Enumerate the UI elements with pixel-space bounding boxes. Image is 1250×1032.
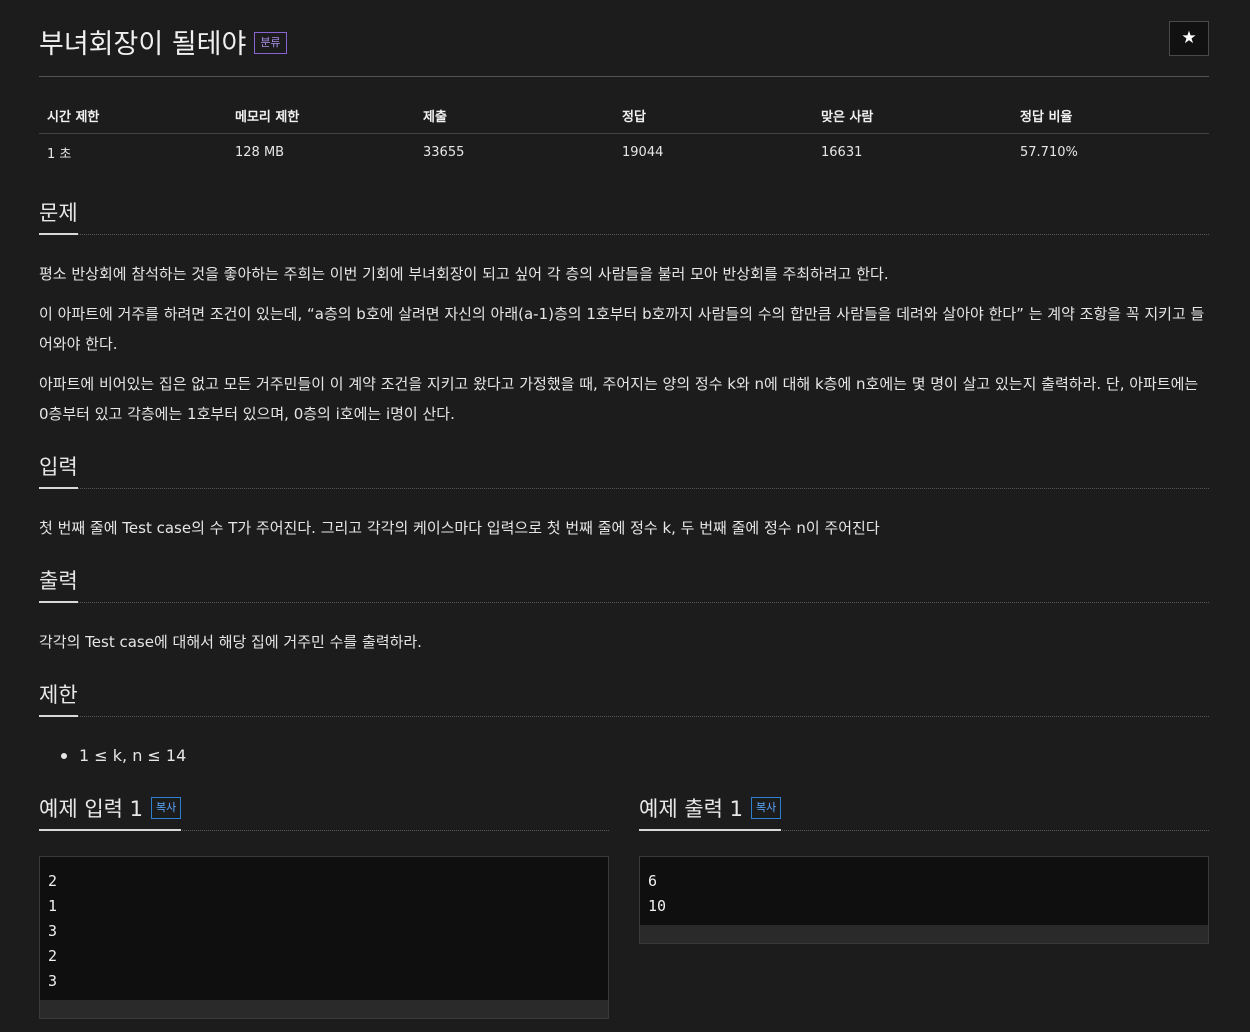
problem-title-text: 부녀회장이 될테야 — [39, 29, 247, 60]
sample-input-box[interactable]: 2 1 3 2 3 — [39, 856, 609, 1019]
section-description: 문제 평소 반상회에 참석하는 것을 좋아하는 주희는 이번 기회에 부녀회장이… — [39, 197, 1209, 429]
sample-output-head: 예제 출력 1 복사 — [639, 793, 1209, 831]
description-paragraph-1: 평소 반상회에 참석하는 것을 좋아하는 주희는 이번 기회에 부녀회장이 되고… — [39, 265, 889, 283]
header-accept-ratio: 정답 비율 — [1012, 99, 1209, 134]
sample-output-heading-text: 예제 출력 1 — [639, 797, 743, 821]
section-description-head: 문제 — [39, 197, 1209, 235]
input-description: 첫 번째 줄에 Test case의 수 T가 주어진다. 그리고 각각의 케이… — [39, 519, 880, 537]
value-time-limit: 1 초 — [47, 147, 72, 162]
description-paragraph-2: 이 아파트에 거주를 하려면 조건이 있는데, “a층의 b호에 살려면 자신의… — [39, 305, 1205, 353]
value-accept-ratio: 57.710% — [1020, 145, 1078, 160]
header-time-limit: 시간 제한 — [39, 99, 227, 134]
value-accepted: 19044 — [622, 145, 664, 160]
section-input-head: 입력 — [39, 451, 1209, 489]
sample-input-scrollbar[interactable] — [40, 1000, 608, 1018]
problem-title: 부녀회장이 될테야 분류 — [39, 22, 287, 61]
limit-item: 1 ≤ k, n ≤ 14 — [61, 741, 1209, 771]
info-value-row: 1 초 128 MB 33655 19044 16631 57.710% — [39, 134, 1209, 172]
section-description-heading: 문제 — [39, 197, 78, 235]
section-output: 출력 각각의 Test case에 대해서 해당 집에 거주민 수를 출력하라. — [39, 565, 1209, 657]
star-icon: ★ — [1181, 28, 1197, 48]
description-paragraph-3: 아파트에 비어있는 집은 없고 모든 거주민들이 이 계약 조건을 지키고 왔다… — [39, 375, 1199, 423]
problem-page: 부녀회장이 될테야 분류 ★ 시간 제한 메모리 제한 제출 정답 맞은 사람 정… — [39, 0, 1209, 1019]
sample-output-box[interactable]: 6 10 — [639, 856, 1209, 944]
info-header-row: 시간 제한 메모리 제한 제출 정답 맞은 사람 정답 비율 — [39, 99, 1209, 134]
copy-sample-input-button[interactable]: 복사 — [151, 797, 182, 819]
header-submissions: 제출 — [415, 99, 614, 134]
section-limits-head: 제한 — [39, 679, 1209, 717]
title-row: 부녀회장이 될테야 분류 ★ — [39, 0, 1209, 77]
header-memory-limit: 메모리 제한 — [227, 99, 415, 134]
sample-input-head: 예제 입력 1 복사 — [39, 793, 609, 831]
sample-output-heading: 예제 출력 1 복사 — [639, 793, 782, 831]
sample-output: 예제 출력 1 복사 6 10 — [639, 793, 1209, 944]
value-submissions: 33655 — [423, 145, 465, 160]
section-limits: 제한 1 ≤ k, n ≤ 14 — [39, 679, 1209, 771]
section-limits-heading: 제한 — [39, 679, 78, 717]
value-memory-limit: 128 MB — [235, 145, 285, 160]
sample-input-code: 2 1 3 2 3 — [48, 872, 58, 990]
sample-input-heading: 예제 입력 1 복사 — [39, 793, 182, 831]
sample-input-heading-text: 예제 입력 1 — [39, 797, 143, 821]
sample-input: 예제 입력 1 복사 2 1 3 2 3 — [39, 793, 609, 1019]
value-solved-users: 16631 — [821, 145, 863, 160]
category-badge[interactable]: 분류 — [254, 31, 287, 54]
star-button[interactable]: ★ — [1169, 21, 1209, 56]
header-accepted: 정답 — [614, 99, 813, 134]
copy-sample-output-button[interactable]: 복사 — [751, 797, 782, 819]
problem-info-table: 시간 제한 메모리 제한 제출 정답 맞은 사람 정답 비율 1 초 128 M… — [39, 99, 1209, 171]
section-output-heading: 출력 — [39, 565, 78, 603]
section-input: 입력 첫 번째 줄에 Test case의 수 T가 주어진다. 그리고 각각의… — [39, 451, 1209, 543]
sample-output-scrollbar[interactable] — [640, 925, 1208, 943]
limits-list: 1 ≤ k, n ≤ 14 — [61, 741, 1209, 771]
section-input-heading: 입력 — [39, 451, 78, 489]
section-output-head: 출력 — [39, 565, 1209, 603]
sample-output-code: 6 10 — [648, 872, 667, 915]
header-solved-users: 맞은 사람 — [813, 99, 1012, 134]
output-description: 각각의 Test case에 대해서 해당 집에 거주민 수를 출력하라. — [39, 633, 422, 651]
